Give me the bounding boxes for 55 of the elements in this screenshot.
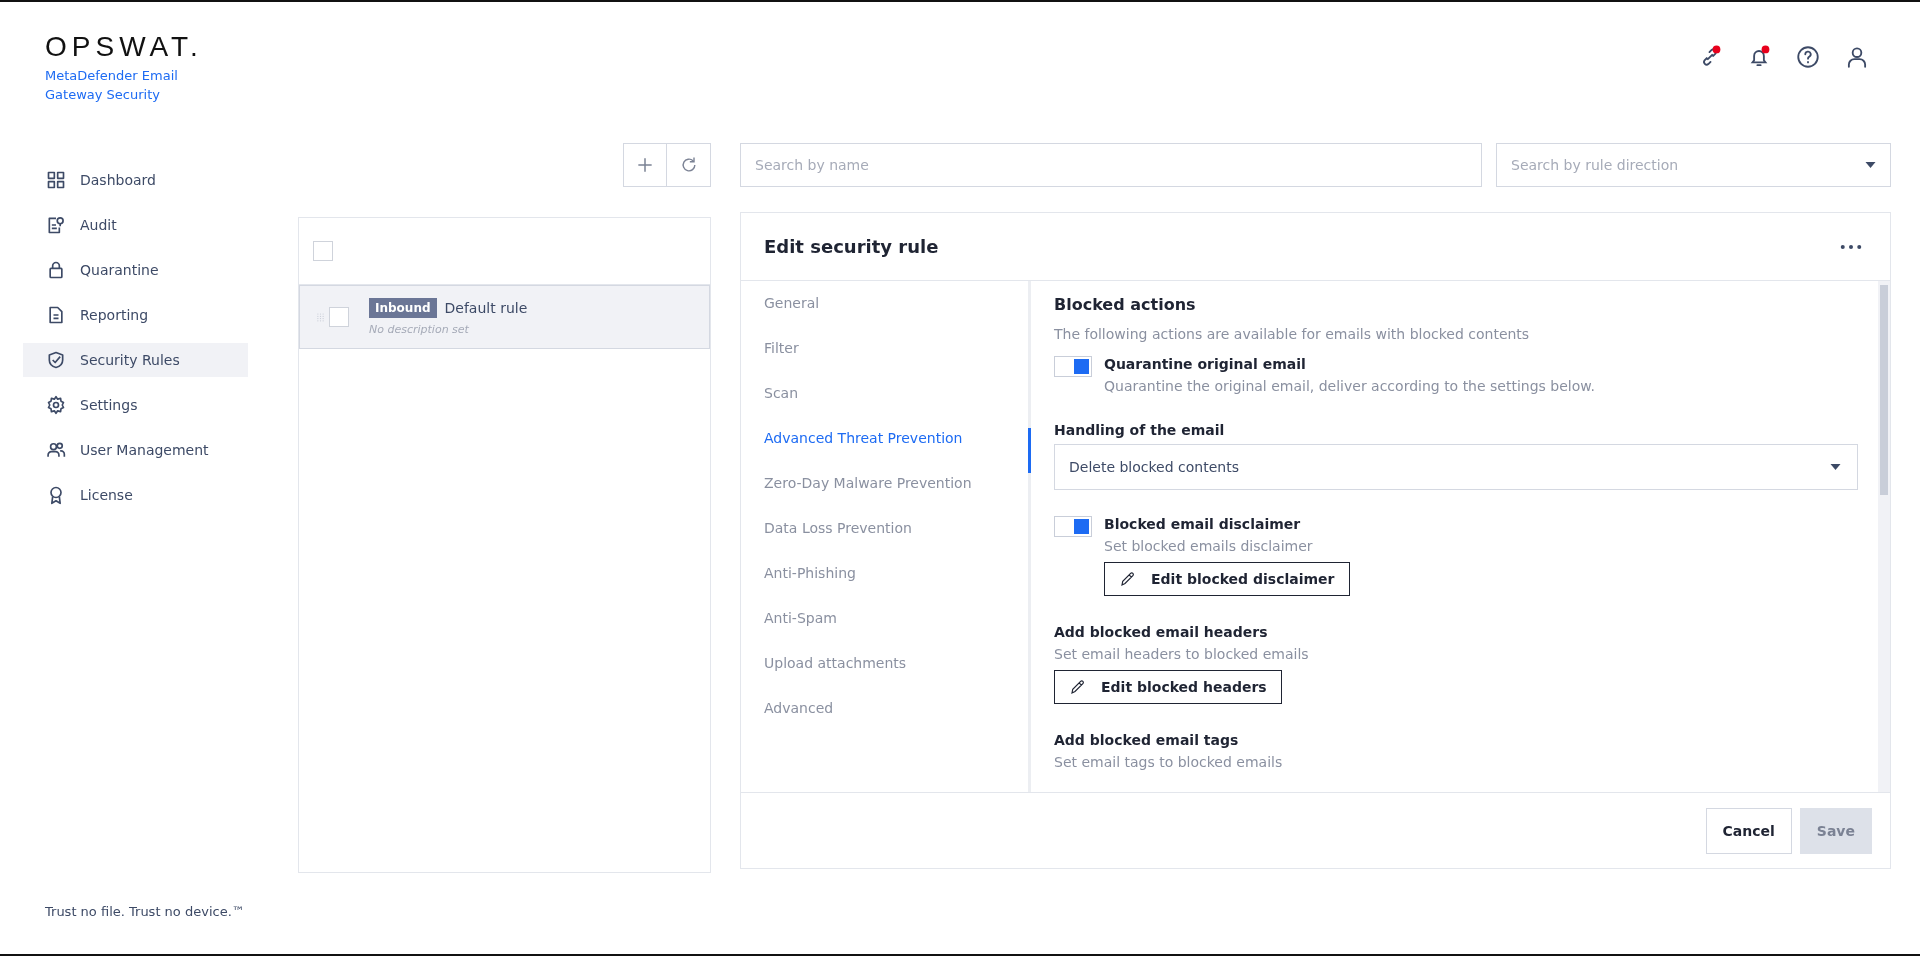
- direction-tag: Inbound: [369, 298, 437, 318]
- option-label: Blocked email disclaimer: [1104, 516, 1302, 532]
- tagline: Trust no file. Trust no device.™: [45, 904, 245, 919]
- option-description: Set blocked emails disclaimer: [1104, 538, 1314, 554]
- pencil-icon: [1119, 570, 1137, 588]
- handling-dropdown[interactable]: Delete blocked contents: [1054, 444, 1858, 490]
- section-tab[interactable]: Advanced Threat Prevention: [741, 428, 1031, 473]
- dashboard-icon: [46, 170, 66, 190]
- edit-button[interactable]: Edit blocked headers: [1054, 670, 1282, 704]
- select-all-checkbox[interactable]: [313, 241, 333, 261]
- section-title: Blocked actions: [1054, 295, 1197, 314]
- product-name: MetaDefender Email Gateway Security: [45, 67, 179, 104]
- option-description: Set email headers to blocked emails: [1054, 646, 1310, 662]
- sidebar-item[interactable]: Dashboard: [23, 163, 248, 197]
- toggle-switch[interactable]: [1054, 516, 1092, 537]
- option-label: Add blocked email headers: [1054, 624, 1269, 640]
- field-label: Handling of the email: [1054, 422, 1226, 438]
- logo: OPSWAT.: [45, 32, 203, 62]
- rule-name: Default rule: [444, 300, 528, 316]
- section-description: The following actions are available for emails with blocked contents: [1054, 326, 1531, 342]
- caret-icon: [1830, 464, 1841, 470]
- pencil-icon: [1069, 678, 1087, 696]
- sidebar-item[interactable]: License: [23, 478, 248, 512]
- rule-checkbox[interactable]: [329, 307, 349, 327]
- rule-row[interactable]: Inbound Default rule No description set: [299, 285, 710, 349]
- plus-icon: [635, 155, 655, 175]
- toggle-switch[interactable]: [1054, 356, 1092, 377]
- rule-description: No description set: [369, 323, 470, 336]
- panel-title: Edit security rule: [764, 236, 939, 257]
- sidebar-item[interactable]: Settings: [23, 388, 248, 422]
- more-icon[interactable]: [1840, 243, 1862, 250]
- drag-handle-icon[interactable]: [317, 312, 324, 322]
- help-icon[interactable]: [1795, 44, 1821, 70]
- sidebar-item[interactable]: Reporting: [23, 298, 248, 332]
- option-label: Quarantine original email: [1104, 356, 1307, 372]
- edit-button[interactable]: Edit blocked disclaimer: [1104, 562, 1350, 596]
- users-icon: [46, 440, 66, 460]
- refresh-button[interactable]: [667, 143, 711, 187]
- caret-icon: [1865, 162, 1876, 168]
- sidebar-item[interactable]: Quarantine: [23, 253, 248, 287]
- cancel-button[interactable]: Cancel: [1705, 807, 1792, 854]
- search-field[interactable]: Search by name: [740, 143, 1482, 187]
- sidebar-item[interactable]: Audit: [23, 208, 248, 242]
- add-button[interactable]: [623, 143, 667, 187]
- sidebar-item[interactable]: User Management: [23, 433, 248, 467]
- option-description: Set email tags to blocked emails: [1054, 754, 1284, 770]
- option-label: Add blocked email tags: [1054, 732, 1240, 748]
- sidebar-item[interactable]: Security Rules: [23, 343, 248, 377]
- audit-icon: [46, 215, 66, 235]
- gear-icon: [46, 395, 66, 415]
- option-description: Quarantine the original email, deliver according to the settings below.: [1104, 378, 1595, 394]
- shield-icon: [46, 350, 66, 370]
- scrollbar-thumb[interactable]: [1880, 285, 1888, 495]
- lock-icon: [46, 260, 66, 280]
- document-icon: [46, 305, 66, 325]
